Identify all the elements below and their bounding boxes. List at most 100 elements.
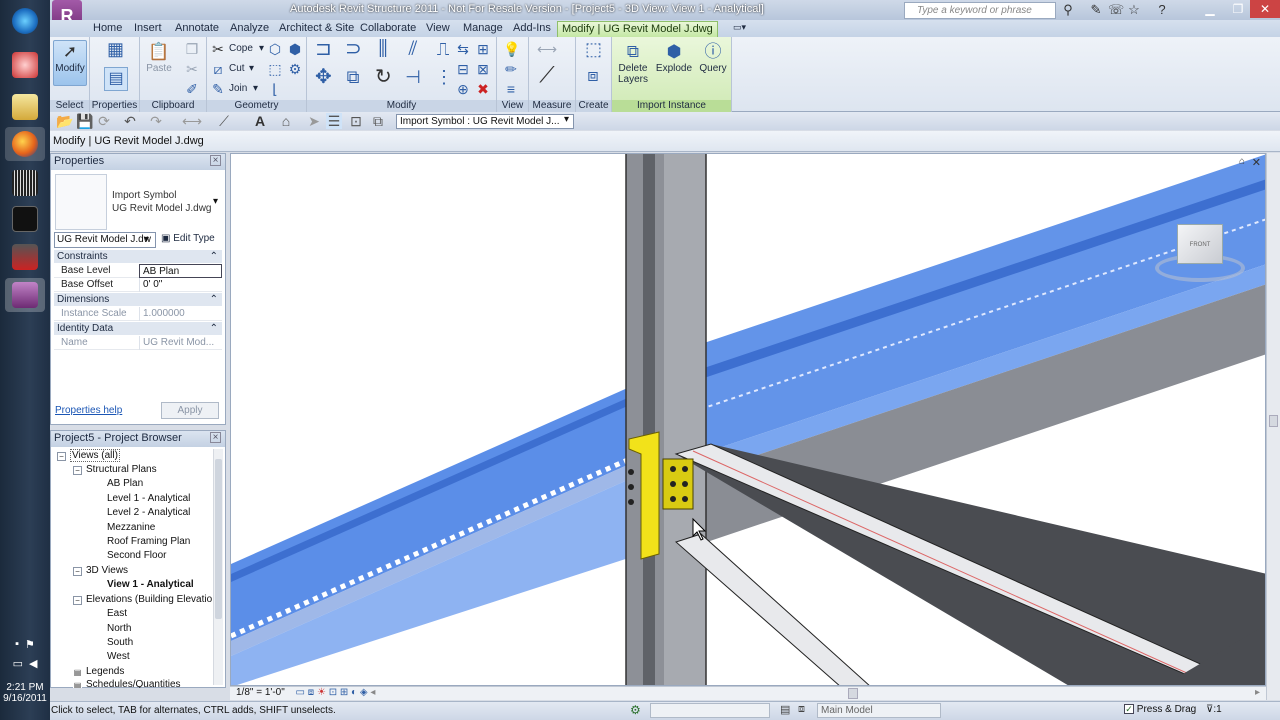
press-drag-checkbox-icon[interactable]: ✓ <box>1124 704 1134 714</box>
tab-annotate[interactable]: Annotate <box>171 21 223 37</box>
switch-windows-icon[interactable]: ⧉ <box>370 113 386 129</box>
maximize-button[interactable]: ❐ <box>1224 0 1252 18</box>
thin-lines-icon[interactable]: ☰ <box>326 113 342 129</box>
tree-south[interactable]: South <box>107 637 133 648</box>
tab-home[interactable]: Home <box>89 21 126 37</box>
wall-joins-icon[interactable]: ⬡ <box>267 41 283 57</box>
press-drag-toggle[interactable]: ✓ Press & Drag <box>1124 704 1196 715</box>
move-icon[interactable]: ✥ <box>315 67 332 87</box>
help-icon[interactable]: ? <box>1154 2 1170 18</box>
dimension-icon[interactable]: ⟋ <box>539 64 555 86</box>
3d-view-icon[interactable]: ⌂ <box>278 113 294 129</box>
close-icon[interactable]: × <box>210 432 221 443</box>
tab-modify-dwg[interactable]: Modify | UG Revit Model J.dwg <box>557 21 718 37</box>
tree-level-1[interactable]: Level 1 - Analytical <box>107 493 190 504</box>
tree-ab-plan[interactable]: AB Plan <box>107 478 143 489</box>
rotate-icon[interactable]: ↻ <box>375 67 392 87</box>
tree-west[interactable]: West <box>107 651 130 662</box>
offset-icon[interactable]: ⊃ <box>345 39 362 59</box>
collapse-toggle-icon[interactable]: − <box>57 452 66 461</box>
type-name[interactable]: Import Symbol UG Revit Model J.dwg <box>112 189 211 215</box>
text-icon[interactable]: A <box>252 113 268 129</box>
linework-view-icon[interactable]: ≡ <box>503 81 519 97</box>
visual-style-icon[interactable]: ⧈ <box>308 687 314 698</box>
delete-icon[interactable]: ✖ <box>475 81 491 97</box>
redo-icon[interactable]: ↷ <box>148 113 164 129</box>
volume-icon[interactable]: ◀ <box>29 657 37 670</box>
cut-geometry-icon[interactable]: ✂ <box>210 41 226 57</box>
search-input[interactable]: Type a keyword or phrase <box>904 2 1056 19</box>
minimize-button[interactable]: ▁ <box>1196 0 1224 18</box>
windows-start-button[interactable] <box>5 4 45 38</box>
taskbar-app-5[interactable] <box>5 202 45 236</box>
tree-3d-views[interactable]: −3D Views <box>73 565 128 576</box>
view-scale[interactable]: 1/8" = 1'-0" <box>236 687 285 698</box>
3d-viewport[interactable]: FRONT ⌂ ✕ <box>230 153 1266 686</box>
worksharing-icon[interactable]: ⚙ <box>630 703 641 717</box>
favorites-star-icon[interactable]: ☆ <box>1126 2 1142 18</box>
tab-insert[interactable]: Insert <box>130 21 166 37</box>
identity-data-group[interactable]: Identity Data ⌃ <box>54 322 222 335</box>
cut-icon[interactable]: ✂ <box>184 61 200 77</box>
undo-icon[interactable]: ↶ <box>122 113 138 129</box>
temporary-hide-icon[interactable]: ◐ <box>351 687 357 698</box>
paint-icon[interactable]: ✎ <box>210 81 226 97</box>
close-icon[interactable]: ✕ <box>1252 156 1261 169</box>
collapse-toggle-icon[interactable]: − <box>73 596 82 605</box>
show-crop-icon[interactable]: ⊞ <box>340 687 348 698</box>
pin-element-icon[interactable]: ⊕ <box>455 81 471 97</box>
cut-button[interactable]: Cut <box>229 63 245 74</box>
unjoin-icon[interactable]: ⚙ <box>287 61 303 77</box>
viewcube-box[interactable]: FRONT <box>1177 224 1223 264</box>
clock-date[interactable]: 9/16/2011 <box>0 693 50 704</box>
tree-mezzanine[interactable]: Mezzanine <box>107 522 155 533</box>
clock-time[interactable]: 2:21 PM <box>0 682 50 693</box>
tree-level-2[interactable]: Level 2 - Analytical <box>107 507 190 518</box>
network-icon[interactable]: ▪ <box>15 638 19 651</box>
taskbar-firefox[interactable] <box>5 127 45 161</box>
edit-type-button[interactable]: ▣ Edit Type <box>161 233 215 244</box>
instance-filter-select[interactable]: UG Revit Model J.dw <box>54 232 156 248</box>
unpin-icon[interactable]: ⊟ <box>455 61 471 77</box>
binoculars-icon[interactable]: ⚲ <box>1060 2 1076 18</box>
taskbar-revit[interactable] <box>5 278 45 312</box>
tree-schedules[interactable]: ▤ Schedules/Quantities <box>73 679 181 688</box>
horizontal-scroll-thumb[interactable] <box>848 688 858 699</box>
align-icon[interactable]: ⊐ <box>315 39 332 59</box>
type-dropdown-icon[interactable]: ▾ <box>213 196 218 207</box>
tree-legends[interactable]: ▤ Legends <box>73 666 124 678</box>
scroll-left-icon[interactable]: ◂ <box>370 687 375 698</box>
flag-icon[interactable]: ⚑ <box>25 638 35 651</box>
properties-icon[interactable]: ▤ <box>104 67 128 91</box>
copy-element-icon[interactable]: ⧉ <box>345 68 361 86</box>
tree-structural-plans[interactable]: − Structural Plans <box>73 464 157 475</box>
tree-north[interactable]: North <box>107 623 131 634</box>
tree-view-1-analytical[interactable]: View 1 - Analytical <box>107 579 194 590</box>
delete-layers-button[interactable]: ⧉ Delete Layers <box>614 41 652 85</box>
query-button[interactable]: ⓘ Query <box>696 41 730 74</box>
detail-level-icon[interactable]: ▭ <box>296 687 305 698</box>
constraints-group[interactable]: Constraints ⌃ <box>54 250 222 263</box>
monitor-icon[interactable]: ▭ <box>13 657 23 670</box>
type-properties-icon[interactable]: ▦ <box>107 40 124 58</box>
apply-button[interactable]: Apply <box>161 402 219 419</box>
join-button[interactable]: Join <box>229 83 247 94</box>
tree-views-all[interactable]: − Views (all) <box>57 449 120 462</box>
close-icon[interactable]: × <box>210 155 221 166</box>
scale-icon[interactable]: ⊞ <box>475 41 491 57</box>
type-selector-dropdown-icon[interactable]: ▾ <box>564 114 569 125</box>
tree-roof-framing[interactable]: Roof Framing Plan <box>107 536 190 547</box>
hide-in-view-icon[interactable]: 💡 <box>503 41 520 57</box>
section-icon[interactable]: ➤ <box>306 113 322 129</box>
close-hidden-icon[interactable]: ⊡ <box>348 113 364 129</box>
viewport-vertical-scrollbar[interactable] <box>1266 153 1280 700</box>
design-option-select[interactable] <box>650 703 770 718</box>
base-offset-value[interactable]: 0' 0" <box>139 278 222 292</box>
crop-view-icon[interactable]: ⊡ <box>329 687 337 698</box>
override-graphics-icon[interactable]: ✏ <box>503 61 519 77</box>
split-element-icon[interactable]: ⬚ <box>267 61 283 77</box>
pin-icon[interactable]: ⇆ <box>455 41 471 57</box>
demolish-icon[interactable]: ⬢ <box>287 41 303 57</box>
open-icon[interactable]: 📂 <box>56 113 73 129</box>
base-level-row[interactable]: Base Level AB Plan <box>54 264 222 278</box>
